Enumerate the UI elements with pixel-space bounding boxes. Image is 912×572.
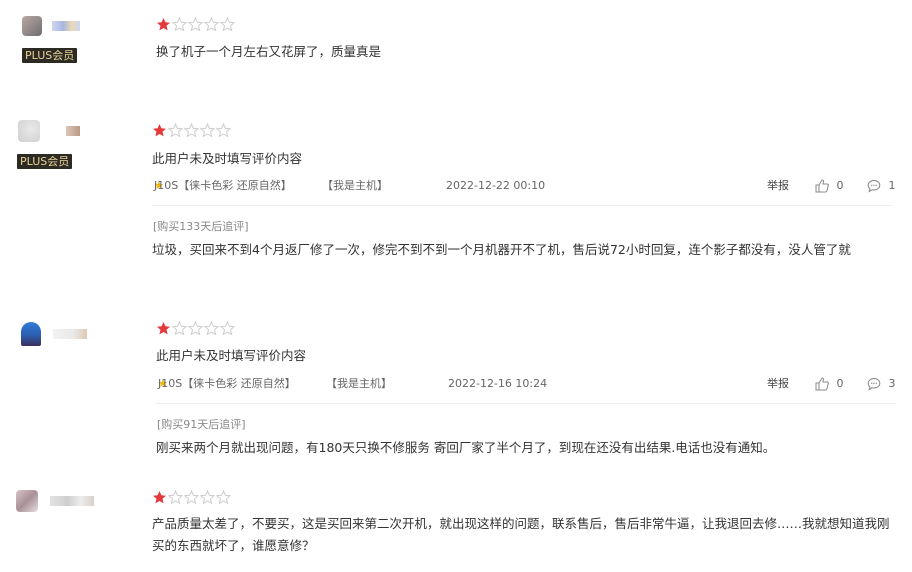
plus-member-badge: PLUS会员 bbox=[22, 48, 78, 63]
star-empty-icon bbox=[220, 320, 235, 335]
star-empty-icon bbox=[216, 122, 231, 137]
host-tag: 【我是主机】 bbox=[322, 179, 388, 192]
comment-icon bbox=[867, 377, 881, 391]
star-empty-icon bbox=[184, 489, 199, 504]
star-rating bbox=[156, 320, 896, 336]
review-text: 换了机子一个月左右又花屏了，质量真是 bbox=[156, 44, 382, 59]
star-filled-icon bbox=[153, 123, 166, 136]
star-empty-icon bbox=[204, 16, 219, 31]
review-date: 2022-12-16 10:24 bbox=[448, 377, 548, 390]
comment-button[interactable]: 1 bbox=[867, 177, 896, 195]
like-button[interactable]: 0 bbox=[815, 375, 844, 393]
review-meta: ★ J10S【徕卡色彩 还原自然】 【我是主机】 2022-12-22 00:10… bbox=[154, 177, 896, 195]
star-empty-icon bbox=[188, 16, 203, 31]
comment-count: 1 bbox=[888, 179, 896, 192]
star-empty-icon bbox=[172, 16, 187, 31]
host-tag: 【我是主机】 bbox=[326, 377, 392, 390]
user-info bbox=[22, 16, 132, 36]
review-text: 产品质量太差了，不要买，这是买回来第二次开机，就出现这样的问题，联系售后，售后非… bbox=[152, 516, 890, 553]
username-masked bbox=[65, 126, 80, 136]
username-masked bbox=[51, 21, 80, 31]
star-filled-icon bbox=[157, 17, 170, 30]
user-info bbox=[18, 120, 128, 142]
thumbs-up-icon bbox=[815, 377, 829, 391]
plus-member-badge: PLUS会员 bbox=[17, 154, 73, 169]
append-review-text: 刚买来两个月就出现问题，有180天只换不修服务 寄回厂家了半个月了，到现在还没有… bbox=[156, 440, 776, 455]
star-empty-icon bbox=[168, 489, 183, 504]
username-masked bbox=[49, 496, 94, 506]
star-empty-icon bbox=[200, 489, 215, 504]
avatar[interactable] bbox=[22, 16, 42, 36]
star-empty-icon bbox=[220, 16, 235, 31]
star-rating bbox=[156, 16, 896, 32]
review-text: 此用户未及时填写评价内容 bbox=[156, 348, 307, 363]
avatar[interactable] bbox=[21, 322, 41, 346]
review-meta: ★ J10S【徕卡色彩 还原自然】 【我是主机】 2022-12-16 10:24… bbox=[158, 375, 898, 393]
divider bbox=[152, 205, 892, 206]
star-empty-icon bbox=[200, 122, 215, 137]
comment-button[interactable]: 3 bbox=[867, 375, 896, 393]
star-empty-icon bbox=[216, 489, 231, 504]
report-link[interactable]: 举报 bbox=[767, 177, 789, 195]
avatar[interactable] bbox=[18, 120, 40, 142]
star-filled-icon bbox=[153, 490, 166, 503]
report-link[interactable]: 举报 bbox=[767, 375, 789, 393]
comment-count: 3 bbox=[888, 377, 896, 390]
star-rating bbox=[152, 489, 892, 505]
star-rating bbox=[152, 122, 892, 138]
review-content: 换了机子一个月左右又花屏了，质量真是 bbox=[156, 16, 896, 59]
thumbs-up-icon bbox=[815, 179, 829, 193]
append-review-text: 垃圾，买回来不到4个月返厂修了一次，修完不到不到一个月机器开不了机，售后说72小… bbox=[152, 242, 851, 257]
star-empty-icon bbox=[188, 320, 203, 335]
username-masked bbox=[52, 329, 87, 339]
review-content: 产品质量太差了，不要买，这是买回来第二次开机，就出现这样的问题，联系售后，售后非… bbox=[152, 489, 892, 553]
avatar[interactable] bbox=[16, 490, 38, 512]
user-info bbox=[21, 322, 131, 346]
star-empty-icon bbox=[204, 320, 219, 335]
comment-icon bbox=[867, 179, 881, 193]
like-button[interactable]: 0 bbox=[815, 177, 844, 195]
like-count: 0 bbox=[836, 377, 844, 390]
star-empty-icon bbox=[172, 320, 187, 335]
divider bbox=[156, 403, 896, 404]
review-content: 此用户未及时填写评价内容 bbox=[156, 320, 896, 363]
star-filled-icon bbox=[157, 321, 170, 334]
like-count: 0 bbox=[836, 179, 844, 192]
review-content: 此用户未及时填写评价内容 bbox=[152, 122, 892, 166]
append-review-tag: [购买133天后追评] bbox=[153, 220, 249, 233]
user-info bbox=[16, 490, 126, 512]
star-empty-icon bbox=[184, 122, 199, 137]
review-date: 2022-12-22 00:10 bbox=[446, 179, 546, 192]
star-empty-icon bbox=[168, 122, 183, 137]
append-review-tag: [购买91天后追评] bbox=[157, 418, 246, 431]
review-text: 此用户未及时填写评价内容 bbox=[152, 151, 303, 166]
